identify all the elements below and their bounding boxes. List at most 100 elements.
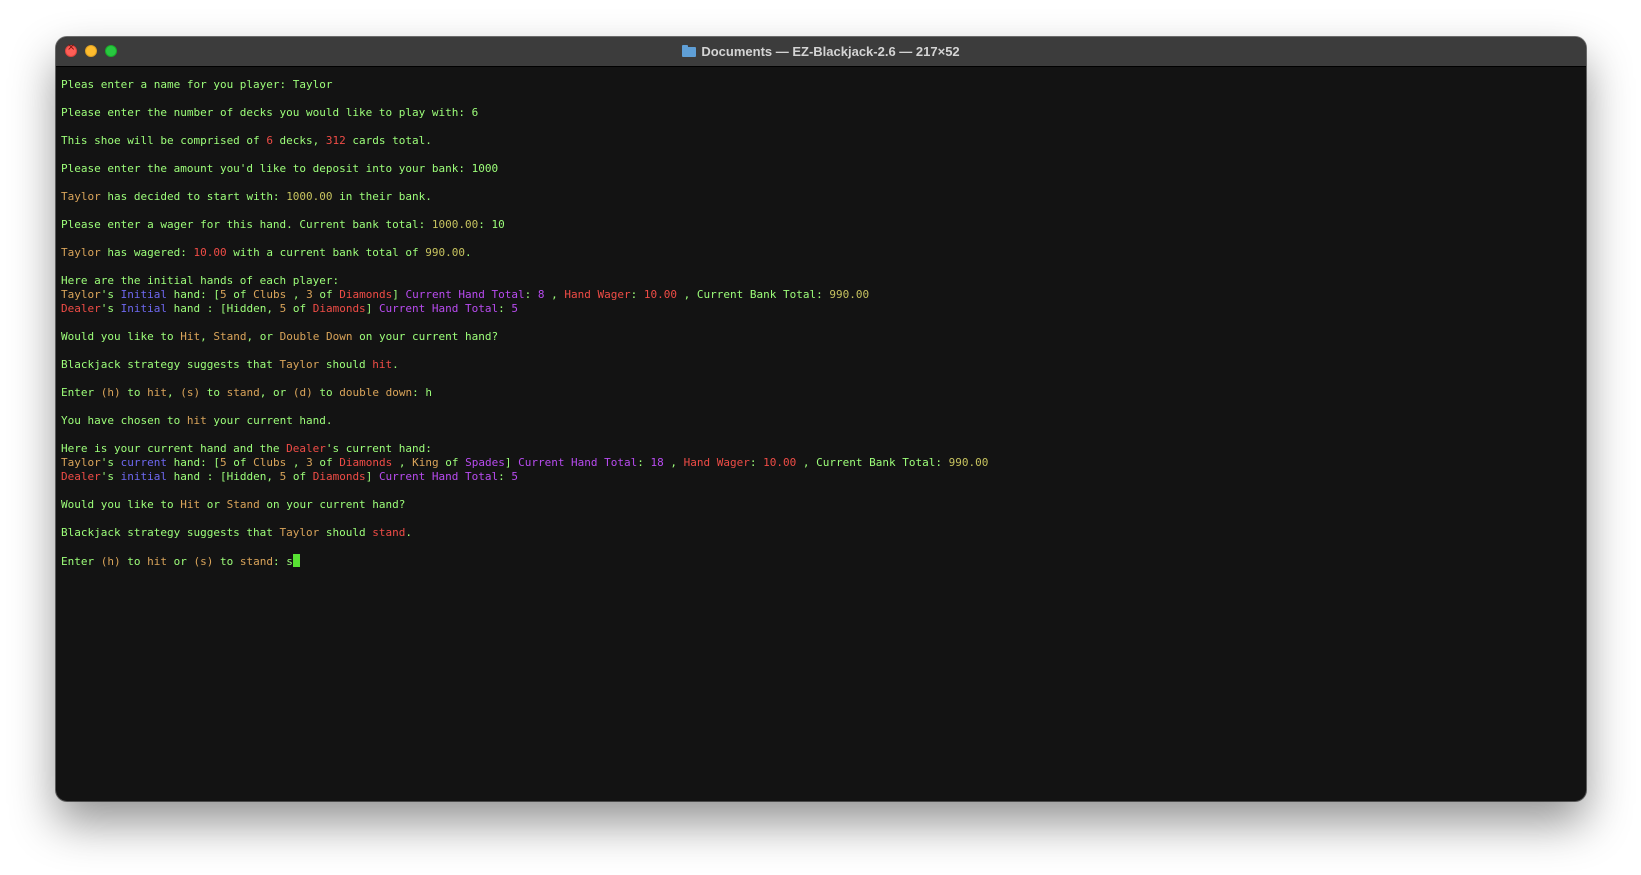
terminal-text-segment: 5 bbox=[511, 470, 519, 483]
terminal-line: This shoe will be comprised of 6 decks, … bbox=[61, 134, 1580, 148]
terminal-output[interactable]: Pleas enter a name for you player: Taylo… bbox=[61, 78, 1580, 797]
terminal-text-segment: Blackjack strategy suggests that bbox=[61, 358, 280, 371]
terminal-text-segment: Current Hand Total bbox=[378, 302, 499, 315]
terminal-text-segment: , bbox=[286, 456, 307, 469]
terminal-text-segment: of bbox=[312, 288, 340, 301]
terminal-text-segment: current bbox=[120, 456, 167, 469]
terminal-text-segment: Diamonds bbox=[312, 470, 366, 483]
terminal-text-segment: ] bbox=[365, 302, 379, 315]
terminal-line: Taylor has decided to start with: 1000.0… bbox=[61, 190, 1580, 204]
folder-icon bbox=[682, 45, 697, 57]
terminal-text-segment: Clubs bbox=[253, 456, 287, 469]
terminal-cursor bbox=[292, 554, 300, 567]
terminal-text-segment: : 10 bbox=[478, 218, 505, 231]
terminal-text-segment: with a current bank total of bbox=[226, 246, 426, 259]
terminal-text-segment: (s) bbox=[193, 555, 214, 568]
terminal-line: Taylor's Initial hand: [5 of Clubs , 3 o… bbox=[61, 288, 1580, 302]
terminal-text-segment: 3 bbox=[306, 456, 313, 469]
terminal-text-segment: to bbox=[213, 555, 240, 568]
terminal-text-segment: of bbox=[226, 456, 254, 469]
terminal-text-segment: Stand bbox=[226, 498, 260, 511]
terminal-text-segment: : bbox=[935, 456, 949, 469]
terminal-text-segment: 's bbox=[100, 456, 121, 469]
terminal-window: Documents — EZ-Blackjack-2.6 — 217×52 Pl… bbox=[56, 37, 1586, 801]
terminal-text-segment: cards total. bbox=[345, 134, 432, 147]
terminal-text-segment: should bbox=[319, 358, 373, 371]
terminal-text-segment: : bbox=[749, 456, 764, 469]
terminal-text-segment: Blackjack strategy suggests that bbox=[61, 526, 280, 539]
terminal-text-segment: double down bbox=[339, 386, 413, 399]
terminal-text-segment: , bbox=[200, 330, 214, 343]
terminal-text-segment: Please enter the amount you'd like to de… bbox=[61, 162, 499, 175]
terminal-line: Please enter the amount you'd like to de… bbox=[61, 162, 1580, 176]
terminal-line: Please enter a wager for this hand. Curr… bbox=[61, 218, 1580, 232]
terminal-text-segment: Hand Wager bbox=[564, 288, 631, 301]
terminal-text-segment: 990.00 bbox=[425, 246, 466, 259]
terminal-text-segment: 6 bbox=[266, 134, 273, 147]
terminal-line: Taylor's current hand: [5 of Clubs , 3 o… bbox=[61, 456, 1580, 470]
terminal-text-segment: , bbox=[544, 288, 565, 301]
terminal-text-segment: 5 bbox=[219, 288, 227, 301]
terminal-text-segment: . bbox=[465, 246, 472, 259]
terminal-text-segment: (d) bbox=[292, 386, 313, 399]
terminal-line: You have chosen to hit your current hand… bbox=[61, 414, 1580, 428]
terminal-text-segment: (s) bbox=[180, 386, 201, 399]
terminal-text-segment: 's bbox=[100, 288, 121, 301]
terminal-text-segment: (h) bbox=[100, 555, 121, 568]
terminal-text-segment: 's bbox=[100, 470, 121, 483]
terminal-line: Dealer's initial hand : [Hidden, 5 of Di… bbox=[61, 470, 1580, 484]
terminal-text-segment: of bbox=[226, 288, 254, 301]
terminal-text-segment: , bbox=[286, 288, 307, 301]
terminal-text-segment: Dealer bbox=[61, 302, 101, 315]
terminal-text-segment: of bbox=[286, 470, 313, 483]
terminal-text-segment: Taylor bbox=[61, 190, 101, 203]
terminal-text-segment: hand: [ bbox=[166, 456, 220, 469]
terminal-text-segment: : bbox=[498, 302, 512, 315]
terminal-text-segment: 18 bbox=[650, 456, 664, 469]
terminal-text-segment: Please enter a wager for this hand. Curr… bbox=[61, 218, 432, 231]
terminal-text-segment: 312 bbox=[325, 134, 346, 147]
terminal-text-segment: Hand Wager bbox=[683, 456, 750, 469]
terminal-line: Blackjack strategy suggests that Taylor … bbox=[61, 526, 1580, 540]
terminal-text-segment: of bbox=[286, 302, 313, 315]
terminal-text-segment: : bbox=[637, 456, 651, 469]
terminal-text-segment: Hit bbox=[180, 498, 201, 511]
terminal-text-segment: should bbox=[319, 526, 373, 539]
terminal-text-segment: to bbox=[120, 555, 148, 568]
title-bar: Documents — EZ-Blackjack-2.6 — 217×52 bbox=[56, 37, 1586, 67]
terminal-text-segment: 1000.00 bbox=[431, 218, 479, 231]
terminal-text-segment: Spades bbox=[465, 456, 505, 469]
terminal-text-segment: 3 bbox=[306, 288, 313, 301]
terminal-text-segment: Diamonds bbox=[312, 302, 366, 315]
terminal-text-segment: Initial bbox=[120, 288, 167, 301]
terminal-line: Dealer's Initial hand : [Hidden, 5 of Di… bbox=[61, 302, 1580, 316]
terminal-line: Would you like to Hit or Stand on your c… bbox=[61, 498, 1580, 512]
terminal-text-segment: , bbox=[677, 288, 697, 301]
terminal-text-segment: Please enter the number of decks you wou… bbox=[61, 106, 479, 119]
terminal-text-segment: hand: [ bbox=[166, 288, 220, 301]
terminal-text-segment: your current hand. bbox=[206, 414, 333, 427]
terminal-text-segment: 's current hand: bbox=[325, 442, 432, 455]
terminal-text-segment: Taylor bbox=[61, 246, 101, 259]
terminal-text-segment: or bbox=[167, 555, 194, 568]
terminal-text-segment: of bbox=[312, 456, 340, 469]
terminal-text-segment: Current Hand Total bbox=[518, 456, 638, 469]
terminal-text-segment: Here are the initial hands of each playe… bbox=[61, 274, 340, 287]
terminal-text-segment: stand bbox=[372, 526, 406, 539]
terminal-text-segment: hit bbox=[147, 555, 167, 568]
terminal-text-segment: , or bbox=[259, 386, 293, 399]
terminal-line: Here are the initial hands of each playe… bbox=[61, 274, 1580, 288]
terminal-text-segment: to bbox=[312, 386, 340, 399]
terminal-text-segment: hit bbox=[147, 386, 167, 399]
terminal-text-segment: Current Bank Total bbox=[696, 288, 817, 301]
terminal-text-segment: hand : [Hidden, bbox=[166, 470, 280, 483]
terminal-text-segment: to bbox=[120, 386, 148, 399]
